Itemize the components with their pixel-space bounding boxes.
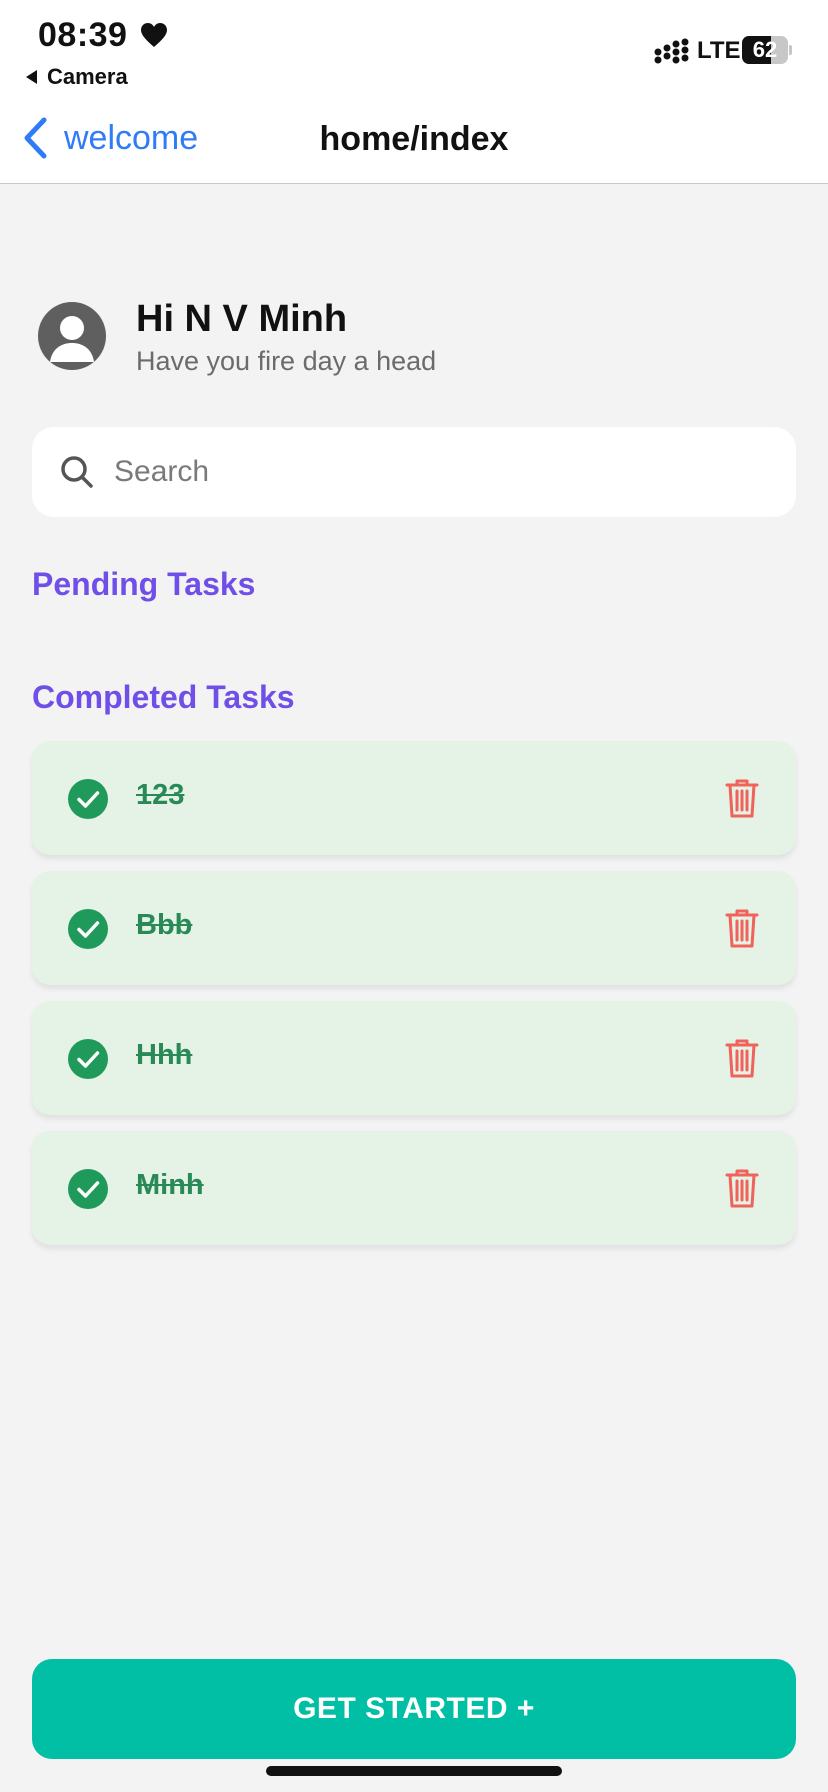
heart-icon: [141, 23, 167, 47]
search-input[interactable]: [114, 455, 754, 489]
home-indicator: [266, 1766, 562, 1776]
nav-back-button[interactable]: welcome: [22, 114, 198, 162]
task-item[interactable]: Hhh: [32, 1001, 796, 1115]
completed-tasks-title: Completed Tasks: [32, 679, 295, 715]
task-title: Minh: [136, 1169, 204, 1201]
task-title: 123: [136, 779, 185, 811]
task-title: Bbb: [136, 909, 193, 941]
signal-icon: [654, 38, 689, 64]
greeting-subtitle: Have you fire day a head: [136, 346, 437, 376]
check-circle-icon[interactable]: [68, 779, 108, 819]
back-triangle-icon: [26, 70, 37, 84]
screen: 08:39 Camera LTE 62 home/index welcome H…: [0, 0, 828, 1792]
status-bar: 08:39 Camera LTE 62: [0, 0, 828, 92]
completed-task-list: 123 Bbb Hhh Minh: [32, 741, 796, 1261]
avatar: [38, 302, 106, 370]
greeting-title: Hi N V Minh: [136, 298, 348, 340]
trash-icon[interactable]: [724, 777, 760, 819]
trash-icon[interactable]: [724, 907, 760, 949]
check-circle-icon[interactable]: [68, 1169, 108, 1209]
task-item[interactable]: 123: [32, 741, 796, 855]
get-started-button[interactable]: GET STARTED +: [32, 1659, 796, 1759]
navigation-bar: home/index welcome: [0, 92, 828, 184]
task-title: Hhh: [136, 1039, 193, 1071]
status-time: 08:39: [38, 16, 128, 54]
check-circle-icon[interactable]: [68, 1039, 108, 1079]
task-item[interactable]: Bbb: [32, 871, 796, 985]
search-icon: [61, 456, 93, 488]
person-avatar-icon: [50, 316, 94, 362]
check-circle-icon[interactable]: [68, 909, 108, 949]
nav-back-label: welcome: [64, 118, 199, 157]
back-app-label: Camera: [47, 64, 128, 89]
trash-icon[interactable]: [724, 1037, 760, 1079]
battery-percent: 62: [752, 37, 778, 62]
back-to-app-link[interactable]: Camera: [26, 64, 128, 90]
trash-icon[interactable]: [724, 1167, 760, 1209]
search-bar[interactable]: [32, 427, 796, 517]
chevron-left-icon: [24, 117, 47, 159]
battery-indicator: 62: [742, 36, 792, 64]
task-item[interactable]: Minh: [32, 1131, 796, 1245]
pending-tasks-title: Pending Tasks: [32, 566, 256, 602]
network-label: LTE: [697, 37, 741, 64]
